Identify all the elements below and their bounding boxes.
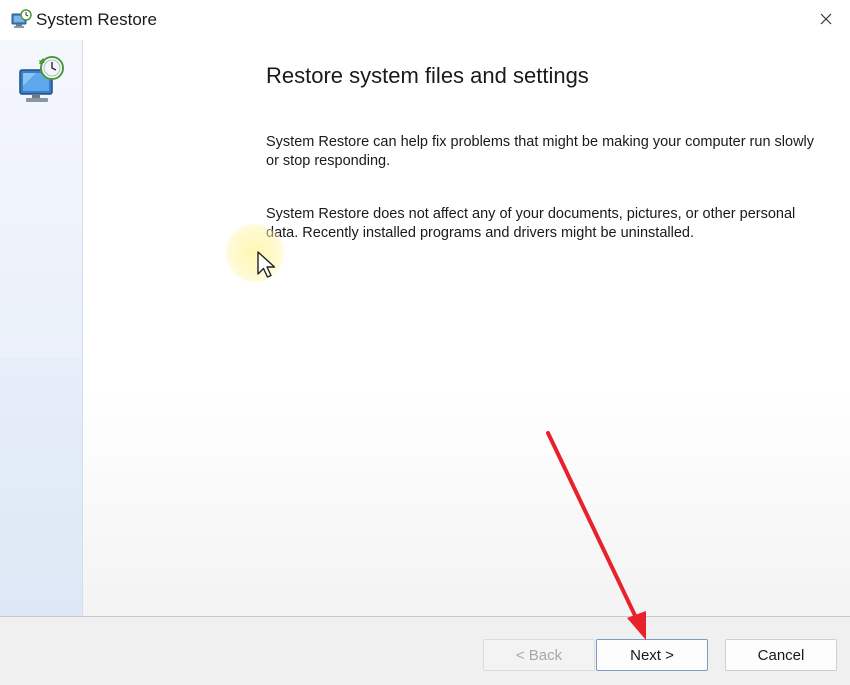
- window-title: System Restore: [36, 10, 157, 29]
- computer-clock-icon: [19, 56, 64, 102]
- title-bar: System Restore: [0, 0, 850, 40]
- mouse-cursor-icon: [257, 251, 276, 278]
- cancel-button[interactable]: Cancel: [725, 639, 837, 671]
- page-heading: Restore system files and settings: [266, 63, 589, 88]
- side-panel: [0, 40, 83, 616]
- description-paragraph-1: System Restore can help fix problems tha…: [266, 134, 815, 169]
- close-icon: [820, 13, 832, 25]
- content-area: Restore system files and settings System…: [83, 40, 850, 616]
- button-bar: < Back Next > Cancel: [0, 616, 850, 685]
- description-paragraph-2: System Restore does not affect any of yo…: [266, 206, 796, 241]
- close-button[interactable]: [808, 2, 844, 36]
- next-button[interactable]: Next >: [596, 639, 708, 671]
- back-button[interactable]: < Back: [483, 639, 595, 671]
- system-restore-icon: [11, 9, 32, 28]
